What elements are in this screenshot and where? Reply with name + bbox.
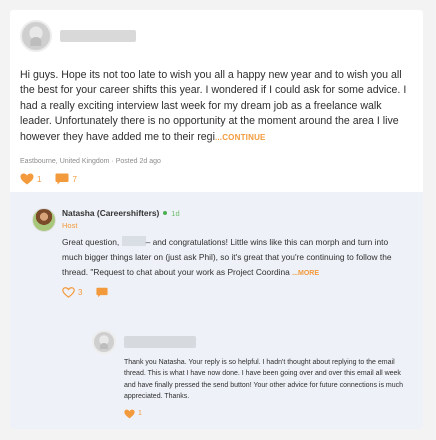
post-meta: Eastbourne, United Kingdom · Posted 2d a… xyxy=(20,158,413,165)
online-indicator xyxy=(163,211,168,215)
reply-author: Natasha (Careershifters) 1d xyxy=(62,208,402,218)
like-button[interactable]: 1 xyxy=(20,173,41,185)
reply-text-start: Great question, xyxy=(62,237,122,247)
mention-redacted xyxy=(121,236,146,246)
reply-like-button[interactable]: 3 xyxy=(62,287,82,298)
post-body: Hi guys. Hope its not too late to wish y… xyxy=(20,68,413,145)
nested-reply: Thank you Natasha. Your reply is so help… xyxy=(92,330,403,419)
post-time: Posted 2d ago xyxy=(115,158,161,166)
post-text: Hi guys. Hope its not too late to wish y… xyxy=(20,69,407,143)
nested-author-avatar[interactable] xyxy=(92,330,116,354)
reply-body: Great question, – and congratulations! L… xyxy=(62,235,398,281)
more-link[interactable]: ...MORE xyxy=(292,270,319,277)
author-avatar[interactable] xyxy=(20,20,52,52)
author-name-redacted[interactable] xyxy=(60,30,136,42)
nested-like-count: 1 xyxy=(138,410,142,418)
like-count: 1 xyxy=(37,174,42,184)
reply-comment-button[interactable] xyxy=(96,287,109,298)
comment-icon xyxy=(96,287,109,298)
heart-icon xyxy=(124,409,135,419)
reply-reactions: 3 xyxy=(62,287,402,298)
original-post: Hi guys. Hope its not too late to wish y… xyxy=(10,10,423,194)
host-badge: Host xyxy=(62,221,78,230)
nested-like-button[interactable]: 1 xyxy=(124,409,392,419)
comment-icon xyxy=(55,173,69,185)
heart-outline-icon xyxy=(62,287,75,298)
post-location: Eastbourne, United Kingdom xyxy=(20,158,110,166)
reply-avatar[interactable] xyxy=(32,208,56,232)
nested-reply-body: Thank you Natasha. Your reply is so help… xyxy=(124,359,404,401)
nested-author xyxy=(92,330,392,354)
reply-natasha: Natasha (Careershifters) 1d Host Great q… xyxy=(32,208,402,298)
post-reactions: 1 7 xyxy=(20,173,413,185)
heart-icon xyxy=(20,173,34,185)
replies-thread: Natasha (Careershifters) 1d Host Great q… xyxy=(10,192,423,429)
reply-time: 1d xyxy=(171,208,180,218)
comment-count: 7 xyxy=(72,174,77,184)
post-author xyxy=(20,18,413,54)
comment-button[interactable]: 7 xyxy=(55,173,77,185)
reply-author-name[interactable]: Natasha (Careershifters) xyxy=(62,208,159,218)
discussion-card: Hi guys. Hope its not too late to wish y… xyxy=(10,10,423,429)
reply-like-count: 3 xyxy=(78,288,83,297)
continue-link[interactable]: ...CONTINUE xyxy=(215,133,266,142)
nested-author-name-redacted[interactable] xyxy=(124,336,196,348)
reply-content: Natasha (Careershifters) 1d Host Great q… xyxy=(62,208,402,298)
